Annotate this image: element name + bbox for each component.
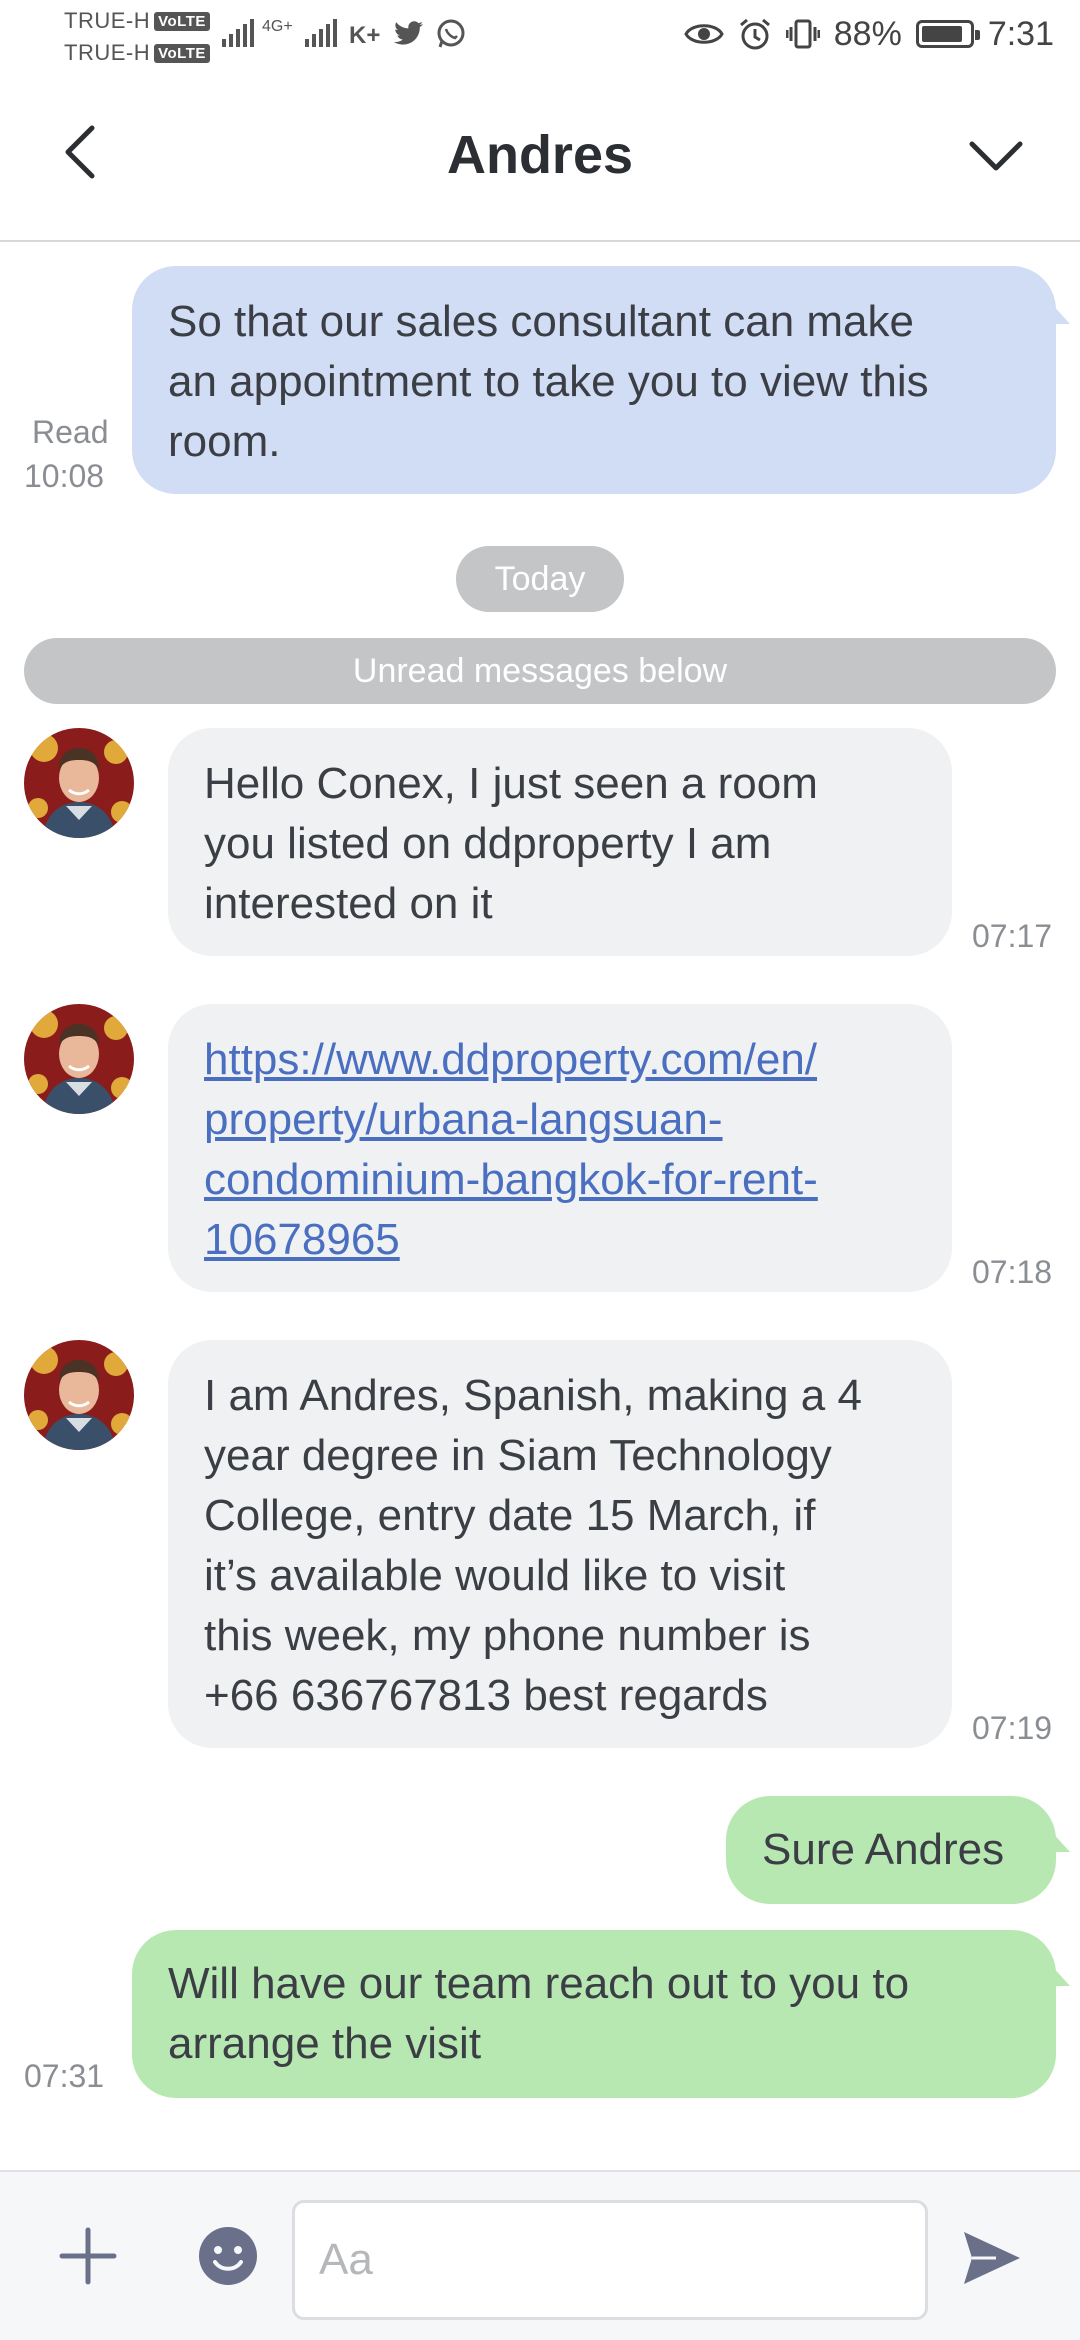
bubble-tail [1050, 1964, 1070, 1986]
message-time: 07:19 [972, 1710, 1053, 1746]
message-line: year degree in Siam Technology [204, 1431, 832, 1480]
url-link-line[interactable]: condominium-bangkok-for-rent- [204, 1150, 916, 1210]
avatar-image [24, 1340, 134, 1450]
message-line: So that our sales consultant can make [168, 297, 914, 346]
read-receipt: Read [32, 414, 109, 450]
message-input[interactable] [292, 2200, 928, 2320]
message-line: you listed on ddproperty I am [204, 819, 772, 868]
svg-text:K+: K+ [349, 22, 380, 49]
k-plus-icon: K+ [349, 22, 380, 49]
message-list[interactable]: So that our sales consultant can make an… [0, 244, 1080, 2170]
alarm-icon [739, 18, 770, 50]
chevron-down-icon[interactable] [966, 130, 1026, 180]
user-avatar[interactable] [24, 728, 134, 838]
user-avatar[interactable] [24, 1340, 134, 1450]
message-time: 10:08 [24, 458, 105, 494]
signal-2-icon [304, 19, 337, 47]
message-line: I am Andres, Spanish, making a 4 [204, 1371, 862, 1420]
message-line: this week, my phone number is [204, 1611, 811, 1660]
carrier-1-label: TRUE-H [64, 8, 151, 33]
message-line: +66 636767813 best regards [204, 1671, 768, 1720]
message-line: Sure Andres [762, 1825, 1005, 1874]
outgoing-message[interactable]: So that our sales consultant can make an… [132, 266, 1056, 494]
eye-icon [684, 24, 724, 44]
carrier-2: TRUE-H VoLTE [64, 40, 210, 66]
outgoing-message[interactable]: Sure Andres [726, 1796, 1056, 1904]
bubble-tail [1050, 1830, 1070, 1852]
send-icon[interactable] [960, 2226, 1024, 2290]
url-link-line[interactable]: 10678965 [204, 1210, 916, 1270]
incoming-message[interactable]: Hello Conex, I just seen a room you list… [168, 728, 952, 956]
clock: 7:31 [987, 14, 1054, 53]
message-time: 07:31 [24, 2058, 105, 2094]
smiley-icon[interactable] [196, 2224, 260, 2288]
message-line: interested on it [204, 879, 493, 928]
status-right: 88% 7:31 [684, 12, 1054, 56]
avatar-image [24, 728, 134, 838]
volte-badge-1: VoLTE [154, 12, 210, 31]
carrier-1: TRUE-H VoLTE [64, 8, 210, 34]
url-link-line[interactable]: property/urbana-langsuan- [204, 1090, 916, 1150]
avatar-image [24, 1004, 134, 1114]
incoming-message[interactable]: I am Andres, Spanish, making a 4 year de… [168, 1340, 952, 1748]
message-line: room. [168, 417, 281, 466]
battery-percent: 88% [833, 14, 902, 53]
message-line: Hello Conex, I just seen a room [204, 759, 818, 808]
whatsapp-icon [437, 19, 465, 48]
carrier-2-label: TRUE-H [64, 40, 151, 65]
vibrate-icon [785, 19, 820, 49]
message-line: it’s available would like to visit [204, 1551, 786, 1600]
status-bar: TRUE-H VoLTE TRUE-H VoLTE 4G+ K+ 88% 7:31 [0, 0, 1080, 72]
bubble-tail [1050, 302, 1070, 324]
outgoing-message[interactable]: Will have our team reach out to you to a… [132, 1930, 1056, 2098]
battery-icon [915, 20, 980, 48]
date-divider: Today [456, 546, 624, 612]
message-line: College, entry date 15 March, if [204, 1491, 816, 1540]
message-time: 07:18 [972, 1254, 1053, 1290]
message-line: Will have our team reach out to you to [168, 1959, 910, 2008]
signal-icon [222, 19, 254, 47]
url-link-line[interactable]: https://www.ddproperty.com/en/ [204, 1030, 916, 1090]
chat-title: Andres [446, 125, 634, 185]
user-avatar[interactable] [24, 1004, 134, 1114]
volte-badge-2: VoLTE [154, 44, 210, 63]
network-label: 4G+ [262, 18, 293, 35]
message-line: an appointment to take you to view this [168, 357, 929, 406]
composer-bar [0, 2170, 1080, 2340]
incoming-link-message[interactable]: https://www.ddproperty.com/en/ property/… [168, 1004, 952, 1292]
battery-fill [921, 26, 963, 42]
message-time: 07:17 [972, 918, 1053, 954]
status-left-icons: 4G+ K+ [220, 14, 467, 54]
chat-header: Andres [0, 72, 1080, 242]
message-line: arrange the visit [168, 2019, 482, 2068]
unread-divider: Unread messages below [24, 638, 1056, 704]
plus-icon[interactable] [56, 2224, 120, 2288]
twitter-icon [393, 21, 423, 45]
